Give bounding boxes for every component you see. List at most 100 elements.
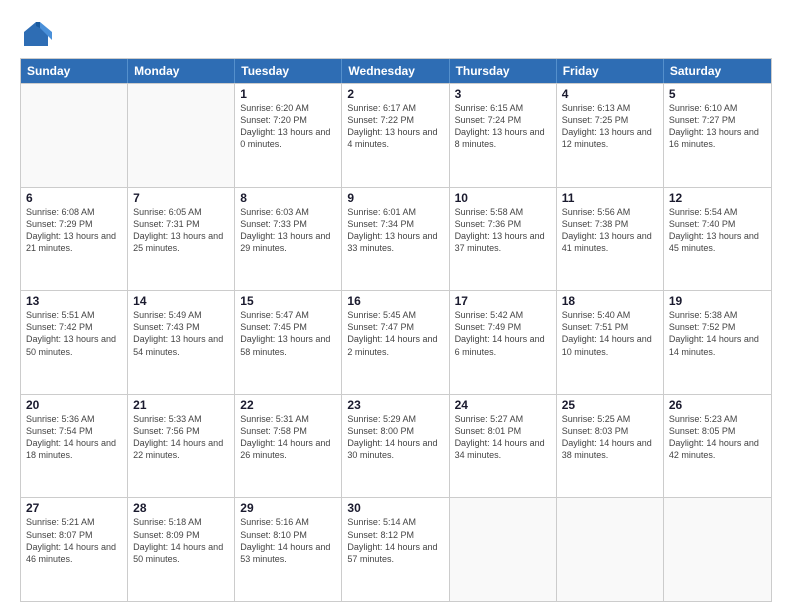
day-number: 22: [240, 398, 336, 412]
cal-cell: 25Sunrise: 5:25 AM Sunset: 8:03 PM Dayli…: [557, 395, 664, 498]
cal-row: 1Sunrise: 6:20 AM Sunset: 7:20 PM Daylig…: [21, 83, 771, 187]
cal-cell: 8Sunrise: 6:03 AM Sunset: 7:33 PM Daylig…: [235, 188, 342, 291]
cal-cell: [557, 498, 664, 601]
cell-info: Sunrise: 6:15 AM Sunset: 7:24 PM Dayligh…: [455, 102, 551, 151]
cal-cell: 4Sunrise: 6:13 AM Sunset: 7:25 PM Daylig…: [557, 84, 664, 187]
cell-info: Sunrise: 5:14 AM Sunset: 8:12 PM Dayligh…: [347, 516, 443, 565]
cell-info: Sunrise: 6:10 AM Sunset: 7:27 PM Dayligh…: [669, 102, 766, 151]
cell-info: Sunrise: 5:47 AM Sunset: 7:45 PM Dayligh…: [240, 309, 336, 358]
logo: [20, 18, 56, 50]
cal-row: 20Sunrise: 5:36 AM Sunset: 7:54 PM Dayli…: [21, 394, 771, 498]
cell-info: Sunrise: 5:45 AM Sunset: 7:47 PM Dayligh…: [347, 309, 443, 358]
cal-cell: 19Sunrise: 5:38 AM Sunset: 7:52 PM Dayli…: [664, 291, 771, 394]
cal-cell: 29Sunrise: 5:16 AM Sunset: 8:10 PM Dayli…: [235, 498, 342, 601]
cal-row: 13Sunrise: 5:51 AM Sunset: 7:42 PM Dayli…: [21, 290, 771, 394]
cal-cell: 14Sunrise: 5:49 AM Sunset: 7:43 PM Dayli…: [128, 291, 235, 394]
calendar: SundayMondayTuesdayWednesdayThursdayFrid…: [20, 58, 772, 602]
cal-header-cell: Monday: [128, 59, 235, 83]
day-number: 28: [133, 501, 229, 515]
day-number: 26: [669, 398, 766, 412]
cal-cell: 7Sunrise: 6:05 AM Sunset: 7:31 PM Daylig…: [128, 188, 235, 291]
day-number: 12: [669, 191, 766, 205]
cal-cell: 1Sunrise: 6:20 AM Sunset: 7:20 PM Daylig…: [235, 84, 342, 187]
day-number: 4: [562, 87, 658, 101]
cal-cell: 3Sunrise: 6:15 AM Sunset: 7:24 PM Daylig…: [450, 84, 557, 187]
calendar-body: 1Sunrise: 6:20 AM Sunset: 7:20 PM Daylig…: [21, 83, 771, 601]
day-number: 29: [240, 501, 336, 515]
cell-info: Sunrise: 5:29 AM Sunset: 8:00 PM Dayligh…: [347, 413, 443, 462]
cal-header-cell: Thursday: [450, 59, 557, 83]
cal-cell: 18Sunrise: 5:40 AM Sunset: 7:51 PM Dayli…: [557, 291, 664, 394]
day-number: 23: [347, 398, 443, 412]
day-number: 5: [669, 87, 766, 101]
cal-cell: 23Sunrise: 5:29 AM Sunset: 8:00 PM Dayli…: [342, 395, 449, 498]
day-number: 2: [347, 87, 443, 101]
cell-info: Sunrise: 5:38 AM Sunset: 7:52 PM Dayligh…: [669, 309, 766, 358]
cell-info: Sunrise: 5:42 AM Sunset: 7:49 PM Dayligh…: [455, 309, 551, 358]
header: [20, 18, 772, 50]
cal-cell: 21Sunrise: 5:33 AM Sunset: 7:56 PM Dayli…: [128, 395, 235, 498]
cal-cell: 12Sunrise: 5:54 AM Sunset: 7:40 PM Dayli…: [664, 188, 771, 291]
cal-cell: 20Sunrise: 5:36 AM Sunset: 7:54 PM Dayli…: [21, 395, 128, 498]
cal-cell: 27Sunrise: 5:21 AM Sunset: 8:07 PM Dayli…: [21, 498, 128, 601]
cell-info: Sunrise: 5:18 AM Sunset: 8:09 PM Dayligh…: [133, 516, 229, 565]
cal-cell: 9Sunrise: 6:01 AM Sunset: 7:34 PM Daylig…: [342, 188, 449, 291]
cell-info: Sunrise: 6:17 AM Sunset: 7:22 PM Dayligh…: [347, 102, 443, 151]
cal-cell: 24Sunrise: 5:27 AM Sunset: 8:01 PM Dayli…: [450, 395, 557, 498]
cell-info: Sunrise: 6:08 AM Sunset: 7:29 PM Dayligh…: [26, 206, 122, 255]
cal-header-cell: Wednesday: [342, 59, 449, 83]
day-number: 1: [240, 87, 336, 101]
day-number: 8: [240, 191, 336, 205]
day-number: 18: [562, 294, 658, 308]
cell-info: Sunrise: 5:54 AM Sunset: 7:40 PM Dayligh…: [669, 206, 766, 255]
cal-cell: [21, 84, 128, 187]
cal-cell: 17Sunrise: 5:42 AM Sunset: 7:49 PM Dayli…: [450, 291, 557, 394]
cell-info: Sunrise: 6:13 AM Sunset: 7:25 PM Dayligh…: [562, 102, 658, 151]
day-number: 17: [455, 294, 551, 308]
cal-header-cell: Friday: [557, 59, 664, 83]
cell-info: Sunrise: 5:40 AM Sunset: 7:51 PM Dayligh…: [562, 309, 658, 358]
cal-header-cell: Sunday: [21, 59, 128, 83]
cal-cell: 5Sunrise: 6:10 AM Sunset: 7:27 PM Daylig…: [664, 84, 771, 187]
day-number: 20: [26, 398, 122, 412]
cal-cell: [128, 84, 235, 187]
day-number: 27: [26, 501, 122, 515]
cal-cell: 22Sunrise: 5:31 AM Sunset: 7:58 PM Dayli…: [235, 395, 342, 498]
page: SundayMondayTuesdayWednesdayThursdayFrid…: [0, 0, 792, 612]
day-number: 15: [240, 294, 336, 308]
cell-info: Sunrise: 5:31 AM Sunset: 7:58 PM Dayligh…: [240, 413, 336, 462]
day-number: 6: [26, 191, 122, 205]
cal-header-cell: Tuesday: [235, 59, 342, 83]
day-number: 16: [347, 294, 443, 308]
cell-info: Sunrise: 5:56 AM Sunset: 7:38 PM Dayligh…: [562, 206, 658, 255]
cal-cell: 6Sunrise: 6:08 AM Sunset: 7:29 PM Daylig…: [21, 188, 128, 291]
cell-info: Sunrise: 5:25 AM Sunset: 8:03 PM Dayligh…: [562, 413, 658, 462]
cal-header-cell: Saturday: [664, 59, 771, 83]
cell-info: Sunrise: 5:21 AM Sunset: 8:07 PM Dayligh…: [26, 516, 122, 565]
cell-info: Sunrise: 5:49 AM Sunset: 7:43 PM Dayligh…: [133, 309, 229, 358]
logo-icon: [20, 18, 52, 50]
cal-row: 6Sunrise: 6:08 AM Sunset: 7:29 PM Daylig…: [21, 187, 771, 291]
calendar-header-row: SundayMondayTuesdayWednesdayThursdayFrid…: [21, 59, 771, 83]
cell-info: Sunrise: 5:51 AM Sunset: 7:42 PM Dayligh…: [26, 309, 122, 358]
cal-cell: 2Sunrise: 6:17 AM Sunset: 7:22 PM Daylig…: [342, 84, 449, 187]
day-number: 7: [133, 191, 229, 205]
day-number: 13: [26, 294, 122, 308]
cell-info: Sunrise: 5:16 AM Sunset: 8:10 PM Dayligh…: [240, 516, 336, 565]
day-number: 14: [133, 294, 229, 308]
cal-cell: 15Sunrise: 5:47 AM Sunset: 7:45 PM Dayli…: [235, 291, 342, 394]
day-number: 10: [455, 191, 551, 205]
day-number: 30: [347, 501, 443, 515]
cal-cell: 16Sunrise: 5:45 AM Sunset: 7:47 PM Dayli…: [342, 291, 449, 394]
cell-info: Sunrise: 5:36 AM Sunset: 7:54 PM Dayligh…: [26, 413, 122, 462]
cal-cell: 30Sunrise: 5:14 AM Sunset: 8:12 PM Dayli…: [342, 498, 449, 601]
cell-info: Sunrise: 5:58 AM Sunset: 7:36 PM Dayligh…: [455, 206, 551, 255]
day-number: 24: [455, 398, 551, 412]
day-number: 9: [347, 191, 443, 205]
cal-cell: 11Sunrise: 5:56 AM Sunset: 7:38 PM Dayli…: [557, 188, 664, 291]
day-number: 19: [669, 294, 766, 308]
cal-row: 27Sunrise: 5:21 AM Sunset: 8:07 PM Dayli…: [21, 497, 771, 601]
day-number: 25: [562, 398, 658, 412]
cal-cell: 10Sunrise: 5:58 AM Sunset: 7:36 PM Dayli…: [450, 188, 557, 291]
day-number: 3: [455, 87, 551, 101]
